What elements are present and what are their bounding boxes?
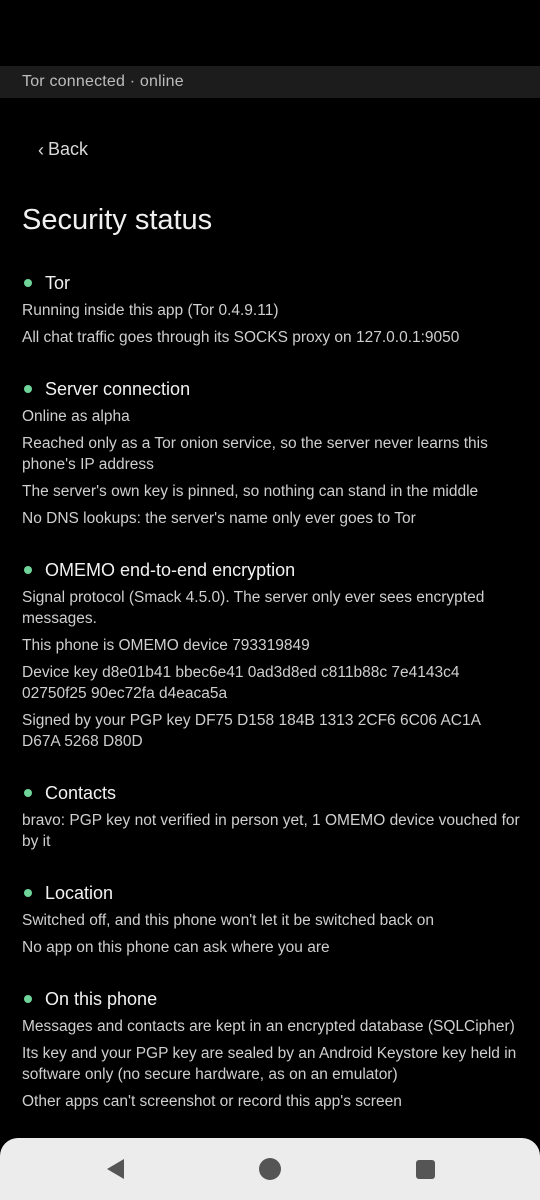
section-header: Server connection xyxy=(22,374,522,404)
section-header: Contacts xyxy=(22,778,522,808)
status-dot-icon xyxy=(24,995,32,1003)
section-title: OMEMO end-to-end encryption xyxy=(45,559,296,580)
status-line: Switched off, and this phone won't let i… xyxy=(22,912,434,929)
system-recents-button[interactable] xyxy=(413,1157,437,1181)
page-title: Security status xyxy=(22,204,213,236)
connection-status-text: Tor connected · online xyxy=(22,73,184,90)
section-title: Contacts xyxy=(45,782,117,803)
triangle-back-icon xyxy=(106,1159,124,1179)
section-location: Location Switched off, and this phone wo… xyxy=(22,878,522,958)
status-dot-icon xyxy=(24,279,32,287)
square-recents-icon xyxy=(415,1159,435,1179)
section-header: OMEMO end-to-end encryption xyxy=(22,555,522,585)
system-navigation-bar xyxy=(0,1138,540,1200)
section-header: On this phone xyxy=(22,984,522,1014)
status-line: All chat traffic goes through its SOCKS … xyxy=(22,329,460,346)
section-contacts: Contacts bravo: PGP key not verified in … xyxy=(22,778,522,852)
status-list[interactable]: Tor Running inside this app (Tor 0.4.9.1… xyxy=(22,268,522,1138)
status-dot-icon xyxy=(24,789,32,797)
section-title: On this phone xyxy=(45,988,158,1009)
system-back-button[interactable] xyxy=(103,1157,127,1181)
section-title: Server connection xyxy=(45,378,191,399)
pgp-key-line: Signed by your PGP key DF75 D158 184B 13… xyxy=(22,712,481,750)
section-server-connection: Server connection Online as alpha Reache… xyxy=(22,374,522,529)
device-key-line: Device key d8e01b41 bbec6e41 0ad3d8ed c8… xyxy=(22,664,460,702)
system-home-button[interactable] xyxy=(258,1157,282,1181)
status-dot-icon xyxy=(24,385,32,393)
status-line: Signal protocol (Smack 4.5.0). The serve… xyxy=(22,589,485,627)
section-header: Tor xyxy=(22,268,522,298)
section-title: Location xyxy=(45,882,114,903)
status-dot-icon xyxy=(24,566,32,574)
status-line: Online as alpha xyxy=(22,408,130,425)
contact-line: bravo: PGP key not verified in person ye… xyxy=(22,812,520,850)
status-line: Running inside this app (Tor 0.4.9.11) xyxy=(22,302,279,319)
section-header: Location xyxy=(22,878,522,908)
back-label: Back xyxy=(48,139,89,159)
connection-banner: Tor connected · online xyxy=(0,66,540,98)
status-line: Other apps can't screenshot or record th… xyxy=(22,1093,402,1110)
status-line: Its key and your PGP key are sealed by a… xyxy=(22,1045,517,1083)
section-omemo: OMEMO end-to-end encryption Signal proto… xyxy=(22,555,522,752)
status-line: No app on this phone can ask where you a… xyxy=(22,939,330,956)
status-line: This phone is OMEMO device 793319849 xyxy=(22,637,310,654)
back-button[interactable]: ‹ Back xyxy=(38,139,88,160)
section-on-this-phone: On this phone Messages and contacts are … xyxy=(22,984,522,1112)
status-dot-icon xyxy=(24,889,32,897)
status-line: Reached only as a Tor onion service, so … xyxy=(22,435,488,473)
status-line: No DNS lookups: the server's name only e… xyxy=(22,510,416,527)
status-line: The server's own key is pinned, so nothi… xyxy=(22,483,479,500)
status-bar xyxy=(0,0,540,66)
status-line: Messages and contacts are kept in an enc… xyxy=(22,1018,515,1035)
section-title: Tor xyxy=(45,272,71,293)
chevron-left-icon: ‹ xyxy=(38,139,44,160)
circle-home-icon xyxy=(259,1158,281,1180)
section-tor: Tor Running inside this app (Tor 0.4.9.1… xyxy=(22,268,522,348)
